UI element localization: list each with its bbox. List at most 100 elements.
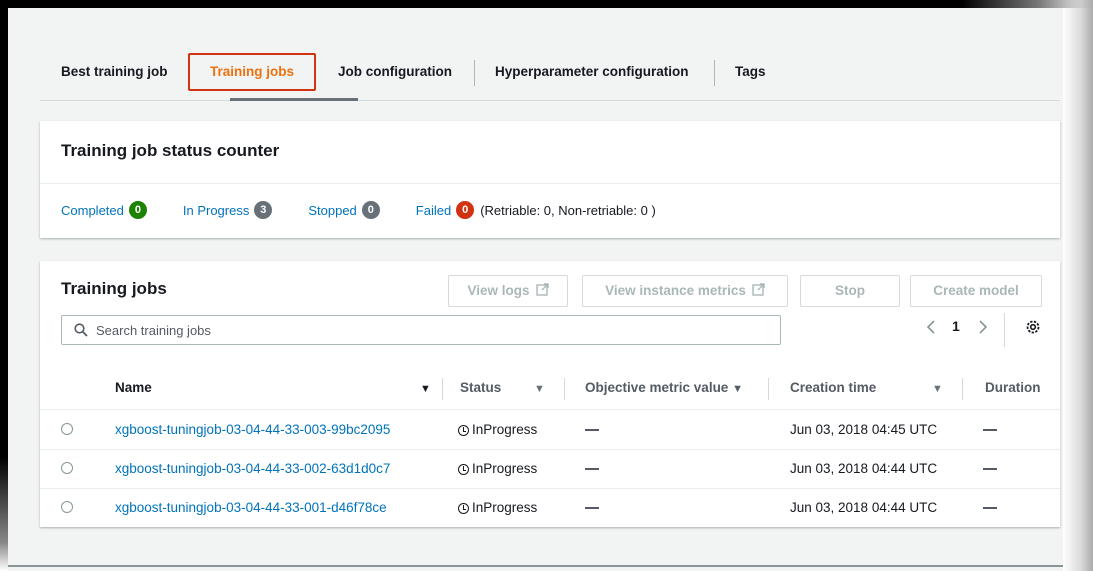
- column-header-duration[interactable]: Duration: [985, 367, 1041, 409]
- job-name-link[interactable]: xgboost-tuningjob-03-04-44-33-002-63d1d0…: [115, 450, 390, 488]
- completed-count-badge: 0: [128, 201, 147, 219]
- table-row[interactable]: xgboost-tuningjob-03-04-44-33-002-63d1d0…: [40, 450, 1060, 489]
- duration-cell: [983, 489, 997, 527]
- empty-value-dash: [983, 507, 997, 510]
- status-text: InProgress: [472, 422, 538, 437]
- clock-icon: [458, 464, 469, 475]
- screenshot-border-top: [0, 0, 1093, 8]
- column-creation-label: Creation time: [790, 380, 877, 395]
- row-select-radio[interactable]: [61, 423, 73, 435]
- failed-breakdown: (Retriable: 0, Non-retriable: 0 ): [480, 202, 656, 218]
- column-header-name[interactable]: Name: [115, 367, 152, 409]
- view-logs-button[interactable]: View logs: [448, 275, 568, 307]
- failed-filter[interactable]: Failed 0 (Retriable: 0, Non-retriable: 0…: [416, 201, 656, 219]
- settings-icon[interactable]: [1025, 319, 1041, 338]
- table-row[interactable]: xgboost-tuningjob-03-04-44-33-001-d46f78…: [40, 489, 1060, 527]
- failed-count-badge: 0: [456, 201, 475, 219]
- view-logs-label: View logs: [467, 283, 530, 298]
- chevron-right-icon[interactable]: [978, 319, 988, 338]
- column-divider: [564, 378, 565, 400]
- duration-cell: [983, 411, 997, 449]
- sort-caret-icon[interactable]: ▼: [420, 367, 431, 409]
- column-name-label: Name: [115, 380, 152, 395]
- current-page-number[interactable]: 1: [952, 318, 960, 334]
- creation-time-cell: Jun 03, 2018 04:44 UTC: [790, 461, 938, 476]
- status-counter-row: Completed 0 In Progress 3 Stopped 0 Fail…: [61, 201, 656, 219]
- training-jobs-title: Training jobs: [61, 279, 167, 298]
- status-counter-header: Training job status counter: [40, 121, 1060, 184]
- column-divider: [768, 378, 769, 400]
- external-link-icon: [752, 283, 765, 298]
- view-instance-metrics-button[interactable]: View instance metrics: [582, 275, 788, 307]
- empty-value-dash: [983, 429, 997, 432]
- objective-cell: [585, 411, 599, 449]
- status-counter-panel: Training job status counter Completed 0 …: [40, 121, 1060, 238]
- stopped-label: Stopped: [308, 202, 357, 218]
- bottom-divider: [8, 565, 1063, 567]
- tab-job-configuration[interactable]: Job configuration: [338, 52, 452, 92]
- tab-bar: Best training job Training jobs Job conf…: [40, 48, 1060, 101]
- empty-value-dash: [585, 507, 599, 510]
- column-objective-label: Objective metric value: [585, 380, 729, 395]
- empty-value-dash: [585, 429, 599, 432]
- status-text: InProgress: [472, 500, 538, 515]
- clock-icon: [458, 425, 469, 436]
- sort-caret-icon[interactable]: ▼: [534, 367, 545, 409]
- table-header: Name ▼ Status ▼ Objective metric value ▼…: [40, 367, 1060, 410]
- search-field[interactable]: [61, 315, 781, 345]
- status-counter-title: Training job status counter: [61, 141, 280, 160]
- sort-caret-icon: ▼: [732, 383, 743, 395]
- tab-best-training-job[interactable]: Best training job: [61, 52, 168, 92]
- column-header-status[interactable]: Status: [460, 367, 501, 409]
- screenshot-border-left: [0, 0, 8, 571]
- column-status-label: Status: [460, 380, 502, 395]
- duration-cell: [983, 450, 997, 488]
- empty-value-dash: [585, 468, 599, 471]
- objective-cell: [585, 489, 599, 527]
- empty-value-dash: [983, 468, 997, 471]
- tab-divider: [474, 60, 475, 86]
- tab-training-jobs[interactable]: Training jobs: [188, 53, 317, 91]
- failed-label: Failed: [415, 202, 452, 218]
- status-cell: InProgress: [458, 489, 537, 527]
- external-link-icon: [535, 283, 549, 298]
- row-select-radio[interactable]: [61, 462, 73, 474]
- column-divider: [442, 378, 443, 400]
- column-header-creation[interactable]: Creation time: [790, 367, 876, 409]
- column-header-objective[interactable]: Objective metric value ▼: [585, 367, 743, 409]
- tab-divider: [714, 60, 715, 86]
- pager-divider: [1004, 313, 1005, 347]
- creation-time-cell: Jun 03, 2018 04:44 UTC: [790, 500, 938, 515]
- in-progress-filter[interactable]: In Progress 3: [182, 201, 273, 219]
- completed-filter[interactable]: Completed 0: [61, 201, 147, 219]
- view-metrics-label: View instance metrics: [605, 283, 746, 298]
- tab-tags[interactable]: Tags: [735, 52, 766, 92]
- stopped-filter[interactable]: Stopped 0: [308, 201, 380, 219]
- in-progress-label: In Progress: [182, 202, 250, 218]
- search-input[interactable]: [94, 321, 738, 339]
- training-jobs-panel: Training jobs View logs View instance me…: [40, 261, 1060, 527]
- stopped-count-badge: 0: [361, 201, 380, 219]
- create-model-button[interactable]: Create model: [910, 275, 1042, 307]
- sort-caret-icon[interactable]: ▼: [932, 367, 943, 409]
- creation-time-cell: Jun 03, 2018 04:45 UTC: [790, 422, 938, 437]
- active-tab-underline: [230, 98, 358, 101]
- screenshot-shadow-right: [1063, 0, 1093, 571]
- stop-button[interactable]: Stop: [800, 275, 900, 307]
- status-text: InProgress: [472, 461, 538, 476]
- status-cell: InProgress: [458, 450, 537, 488]
- completed-label: Completed: [61, 202, 124, 218]
- row-select-radio[interactable]: [61, 501, 73, 513]
- chevron-left-icon[interactable]: [926, 319, 936, 338]
- search-icon: [74, 323, 88, 337]
- status-cell: InProgress: [458, 411, 537, 449]
- in-progress-count-badge: 3: [254, 201, 273, 219]
- column-divider: [962, 378, 963, 400]
- tab-hyperparameter-configuration[interactable]: Hyperparameter configuration: [495, 52, 689, 92]
- objective-cell: [585, 450, 599, 488]
- table-row[interactable]: xgboost-tuningjob-03-04-44-33-003-99bc20…: [40, 411, 1060, 450]
- clock-icon: [458, 503, 469, 514]
- column-duration-label: Duration: [985, 380, 1041, 395]
- job-name-link[interactable]: xgboost-tuningjob-03-04-44-33-001-d46f78…: [115, 489, 387, 527]
- job-name-link[interactable]: xgboost-tuningjob-03-04-44-33-003-99bc20…: [115, 411, 390, 449]
